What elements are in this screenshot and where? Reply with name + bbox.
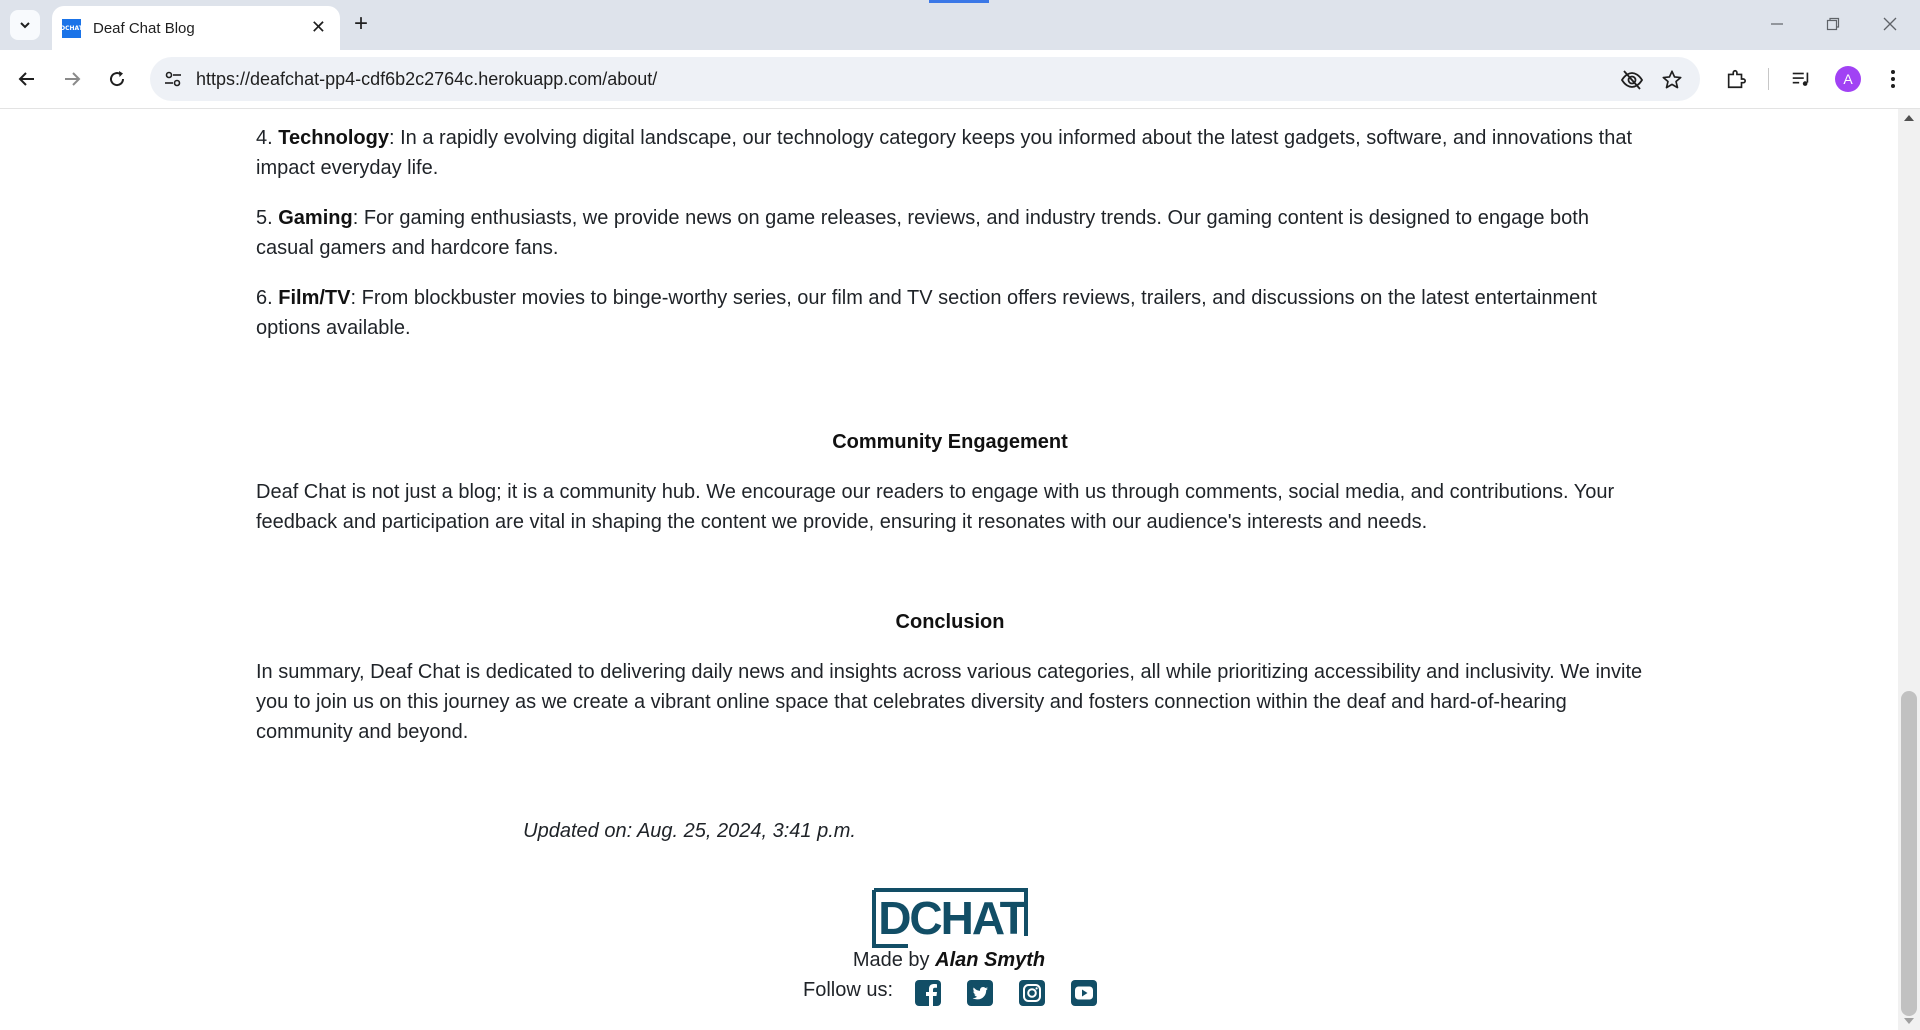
dchat-logo[interactable]: DCHAT — [868, 886, 1032, 950]
reload-icon — [110, 71, 125, 87]
facebook-icon[interactable] — [914, 979, 942, 1007]
toolbar-separator — [1768, 68, 1769, 90]
category-term: Film/TV — [278, 287, 351, 309]
profile-avatar[interactable]: A — [1835, 66, 1861, 92]
new-tab-button[interactable]: + — [354, 10, 368, 38]
list-item-technology: 4. Technology: In a rapidly evolving dig… — [256, 127, 1632, 179]
forward-button[interactable] — [57, 64, 87, 94]
bookmark-star-icon[interactable] — [1660, 68, 1684, 92]
scroll-up-icon[interactable] — [1904, 115, 1914, 121]
browser-toolbar: https://deafchat-pp4-cdf6b2c2764c.heroku… — [0, 50, 1920, 109]
updated-date: Updated on: Aug. 25, 2024, 3:41 p.m. — [523, 820, 856, 842]
page-viewport: 4. Technology: In a rapidly evolving dig… — [0, 109, 1898, 1030]
scroll-down-icon[interactable] — [1904, 1018, 1914, 1024]
twitter-icon[interactable] — [966, 979, 994, 1007]
restore-icon — [1826, 17, 1840, 31]
close-window-button[interactable] — [1877, 12, 1903, 36]
address-bar[interactable]: https://deafchat-pp4-cdf6b2c2764c.heroku… — [150, 57, 1700, 101]
svg-text:DCHAT: DCHAT — [878, 892, 1027, 944]
minimize-button[interactable] — [1764, 12, 1790, 36]
arrow-left-icon — [18, 72, 34, 86]
tab-search-button[interactable] — [10, 10, 40, 40]
follow-us-label: Follow us: — [803, 979, 894, 1001]
tab-title: Deaf Chat Blog — [93, 19, 195, 37]
conclusion-paragraph: In summary, Deaf Chat is dedicated to de… — [256, 661, 1643, 743]
reload-button[interactable] — [102, 64, 132, 94]
category-term: Technology — [278, 127, 389, 149]
minimize-icon — [1771, 23, 1783, 25]
made-by-credit: Made by Alan Smyth — [852, 949, 1046, 971]
close-icon — [1883, 17, 1897, 31]
restore-button[interactable] — [1820, 12, 1846, 36]
favicon-icon: DCHAT — [60, 18, 83, 38]
back-button[interactable] — [12, 64, 42, 94]
close-tab-icon[interactable]: ✕ — [311, 18, 326, 36]
extensions-icon[interactable] — [1723, 66, 1749, 92]
scrollbar-thumb[interactable] — [1901, 691, 1917, 1016]
site-info-icon[interactable] — [162, 68, 184, 90]
eye-slash-icon[interactable] — [1620, 68, 1644, 92]
list-item-film-tv: 6. Film/TV: From blockbuster movies to b… — [256, 287, 1597, 339]
menu-kebab-icon[interactable] — [1880, 66, 1906, 92]
list-item-gaming: 5. Gaming: For gaming enthusiasts, we pr… — [256, 207, 1589, 259]
instagram-icon[interactable] — [1018, 979, 1046, 1007]
conclusion-heading: Conclusion — [895, 611, 1005, 633]
page-scrollbar[interactable] — [1898, 109, 1920, 1030]
category-term: Gaming — [278, 207, 353, 229]
tab-accent-bar — [929, 0, 989, 3]
youtube-icon[interactable] — [1070, 979, 1098, 1007]
url-text[interactable]: https://deafchat-pp4-cdf6b2c2764c.heroku… — [196, 69, 657, 90]
arrow-right-icon — [65, 72, 81, 86]
tab-strip: DCHAT Deaf Chat Blog ✕ + — [0, 0, 1920, 50]
browser-tab[interactable]: DCHAT Deaf Chat Blog ✕ — [52, 6, 340, 50]
community-paragraph: Deaf Chat is not just a blog; it is a co… — [256, 481, 1615, 533]
chevron-down-icon — [20, 22, 30, 29]
community-heading: Community Engagement — [832, 431, 1068, 453]
media-control-icon[interactable] — [1788, 66, 1814, 92]
author-name: Alan Smyth — [935, 949, 1046, 971]
